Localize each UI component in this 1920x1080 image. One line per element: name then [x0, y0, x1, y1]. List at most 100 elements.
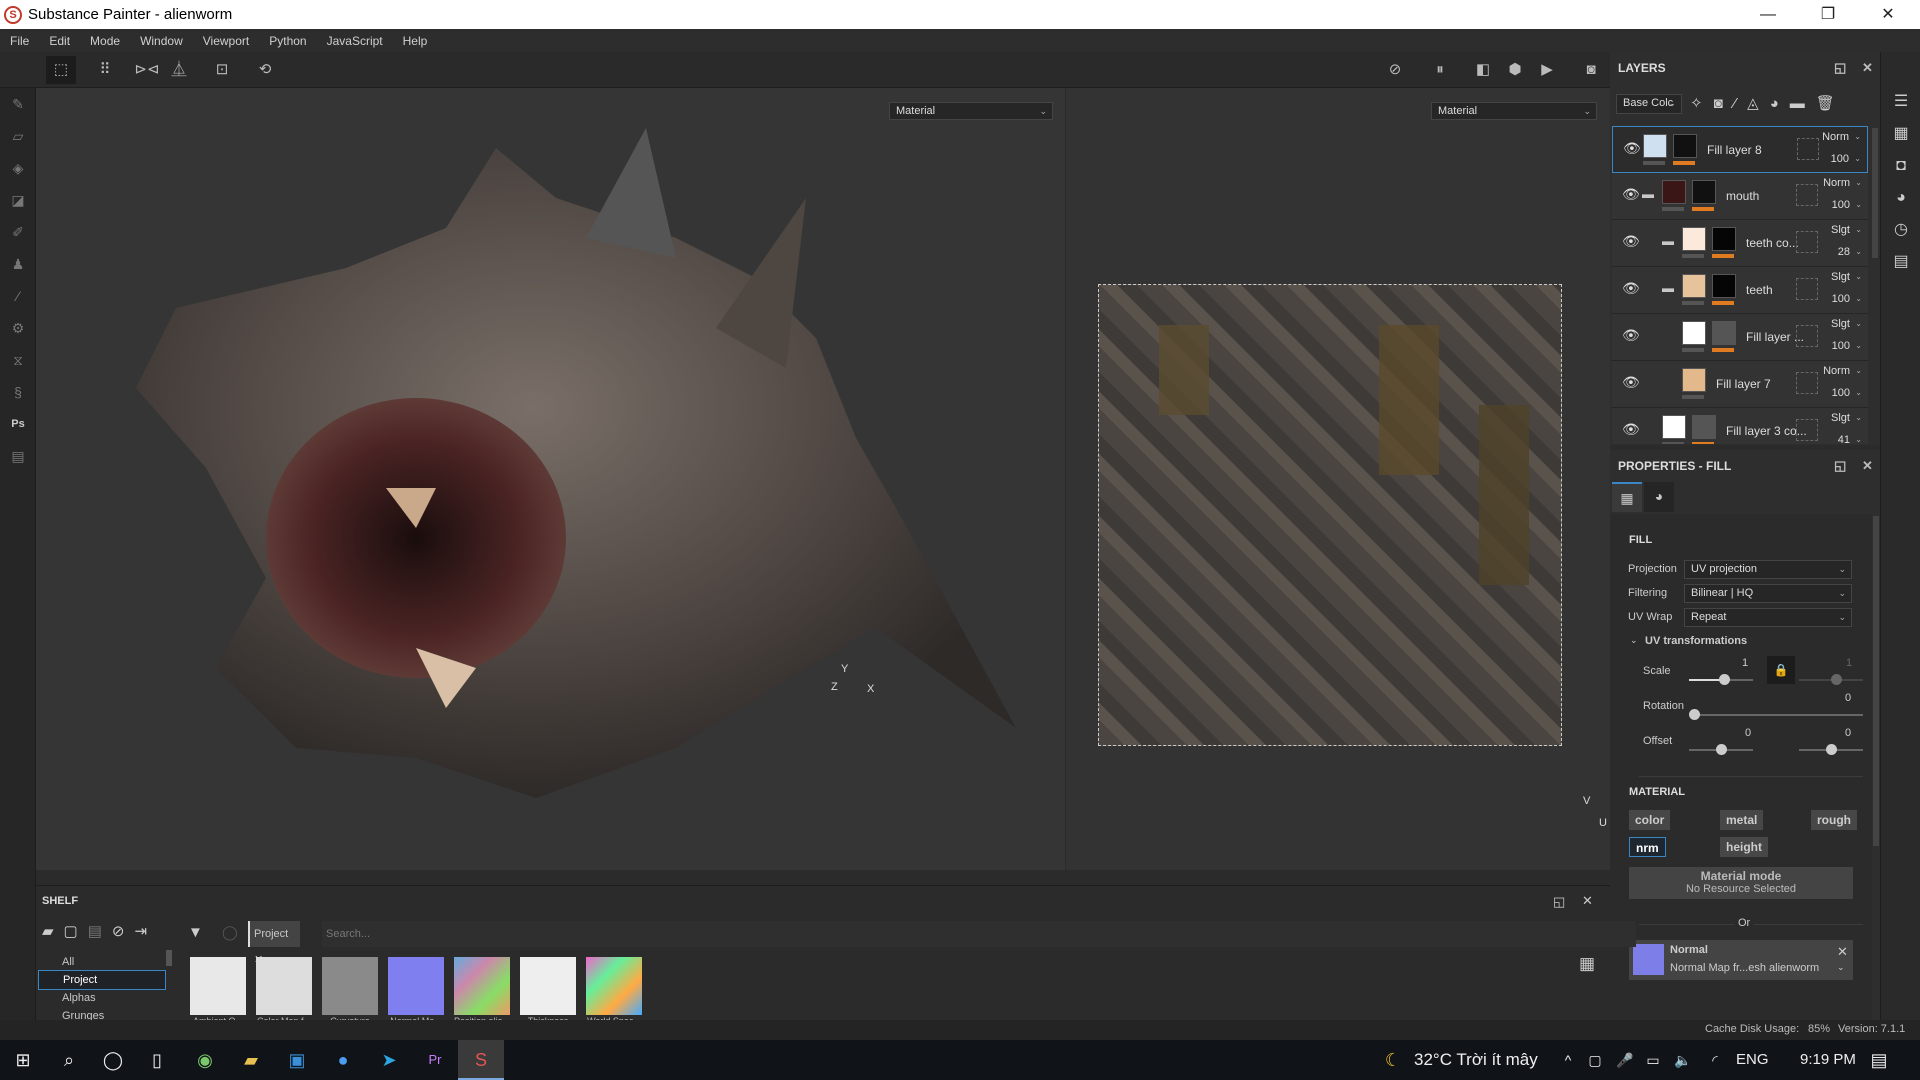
channel-color-toggle[interactable]: color	[1629, 810, 1671, 830]
menu-edit[interactable]: Edit	[39, 34, 80, 48]
chevron-down-icon[interactable]: ⌄	[1855, 435, 1862, 444]
layers-tab-icon[interactable]: ☰	[1881, 86, 1920, 118]
layer-opacity[interactable]: 100	[1832, 293, 1850, 305]
resource-dropdown-icon[interactable]: ⌄	[1837, 962, 1845, 973]
layer-row[interactable]: 👁 ▬ teeth co... Slgt ⌄ 28 ⌄	[1612, 220, 1868, 267]
folder-icon[interactable]: ▬	[1662, 281, 1674, 295]
blend-mode[interactable]: Norm	[1823, 365, 1850, 377]
shelf-item-thumbnail[interactable]	[256, 957, 312, 1015]
substance-icon[interactable]: §	[0, 376, 36, 408]
uvwrap-select[interactable]: Repeat ⌄	[1684, 608, 1852, 627]
display-settings-icon[interactable]: ◘	[1881, 150, 1920, 182]
grid-view-icon[interactable]: ⠿	[90, 56, 120, 84]
visibility-eye-icon[interactable]: 👁	[1622, 233, 1640, 250]
float-icon[interactable]: ◱	[1834, 52, 1846, 84]
menu-window[interactable]: Window	[130, 34, 193, 48]
mirror-x-icon[interactable]: ⊳⊲	[132, 56, 162, 84]
import-icon[interactable]: ⇥	[135, 923, 158, 940]
clone-icon[interactable]: ♟	[0, 248, 36, 280]
zalo-icon[interactable]: ●	[320, 1040, 366, 1080]
visibility-eye-icon[interactable]: 👁	[1623, 140, 1641, 157]
layer-row[interactable]: 👁 ▬ mouth Norm ⌄ 100 ⌄	[1612, 173, 1868, 220]
eraser-icon[interactable]: ▱	[0, 120, 36, 152]
blend-mode[interactable]: Slgt	[1831, 224, 1850, 236]
shelf-item-thumbnail[interactable]	[454, 957, 510, 1015]
layer-opacity[interactable]: 41	[1838, 434, 1850, 444]
layer-effect-slot[interactable]	[1796, 231, 1818, 253]
viewport-3d[interactable]: Material ⌄ Y Z X	[36, 88, 1065, 870]
visibility-eye-icon[interactable]: 👁	[1622, 280, 1640, 297]
clock[interactable]: 9:19 PM	[1800, 1051, 1856, 1068]
layer-effect-slot[interactable]	[1796, 278, 1818, 300]
mask-thumbnail[interactable]	[1692, 415, 1716, 439]
blend-mode[interactable]: Slgt	[1831, 412, 1850, 424]
substance-painter-taskbar-icon[interactable]: S	[458, 1040, 504, 1080]
refresh-icon[interactable]: ◯	[222, 924, 238, 941]
photoshop-icon[interactable]: Ps	[0, 408, 36, 440]
chevron-down-icon[interactable]: ⌄	[1855, 294, 1862, 303]
close-button[interactable]: ✕	[1860, 0, 1916, 29]
float-icon[interactable]: ◱	[1834, 450, 1846, 482]
chevron-down-icon[interactable]: ⌄	[1854, 154, 1861, 163]
layer-effect-slot[interactable]	[1796, 184, 1818, 206]
channel-height-toggle[interactable]: height	[1720, 837, 1768, 857]
add-fill-layer-icon[interactable]: ◬	[1747, 95, 1770, 112]
layer-effect-slot[interactable]	[1797, 138, 1819, 160]
layer-row[interactable]: 👁 Fill layer 3 co... Slgt ⌄ 41 ⌄	[1612, 408, 1868, 444]
mask-thumbnail[interactable]	[1712, 274, 1736, 298]
channel-metal-toggle[interactable]: metal	[1720, 810, 1764, 830]
properties-scrollbar[interactable]	[1873, 516, 1879, 846]
language-indicator[interactable]: ENG	[1736, 1051, 1769, 1068]
weather-text[interactable]: 32°C Trời ít mây	[1414, 1050, 1538, 1070]
material-mode-button[interactable]: Material mode No Resource Selected	[1629, 867, 1853, 899]
menu-javascript[interactable]: JavaScript	[317, 34, 393, 48]
grid-view-toggle-icon[interactable]: ▦	[1579, 954, 1595, 974]
chevron-down-icon[interactable]: ⌄	[1855, 388, 1862, 397]
close-panel-icon[interactable]: ✕	[1582, 893, 1593, 909]
blend-mode[interactable]: Slgt	[1831, 318, 1850, 330]
remove-resource-icon[interactable]: ✕	[1837, 944, 1848, 960]
normal-resource-slot[interactable]: Normal Normal Map fr...esh alienworm ✕ ⌄	[1629, 940, 1853, 980]
category-project[interactable]: Project	[38, 970, 166, 990]
cube-icon[interactable]: ⬢	[1500, 56, 1530, 84]
filtering-select[interactable]: Bilinear | HQ ⌄	[1684, 584, 1852, 603]
layer-row[interactable]: 👁 Fill layer 7 Norm ⌄ 100 ⌄	[1612, 361, 1868, 408]
layer-name[interactable]: teeth co...	[1746, 236, 1799, 250]
rotation-knob[interactable]	[1689, 709, 1700, 720]
layer-effect-slot[interactable]	[1796, 325, 1818, 347]
hide-icon[interactable]: ⊘	[1380, 56, 1410, 84]
wifi-icon[interactable]: ◜	[1692, 1040, 1738, 1080]
new-file-icon[interactable]: ▢	[64, 923, 88, 940]
mask-thumbnail[interactable]	[1692, 180, 1716, 204]
visibility-eye-icon[interactable]: 👁	[1622, 186, 1640, 203]
add-smart-material-icon[interactable]: ◕	[1770, 95, 1790, 112]
pause-icon[interactable]: ⏸	[1425, 56, 1455, 84]
scale-u-value[interactable]: 1	[1742, 657, 1748, 669]
folder-icon[interactable]: ▬	[1662, 234, 1674, 248]
split-view-icon[interactable]: ◧	[1468, 56, 1498, 84]
folder-icon[interactable]: ▰	[42, 923, 64, 940]
menu-help[interactable]: Help	[393, 34, 438, 48]
shader-settings-icon[interactable]: ◕	[1881, 182, 1920, 214]
add-paint-layer-icon[interactable]: ⁄	[1734, 95, 1748, 112]
projection-icon[interactable]: ◈	[0, 152, 36, 184]
add-mask-icon[interactable]: ◙	[1714, 95, 1734, 112]
layers-scrollbar[interactable]	[1872, 128, 1878, 258]
offset-v-value[interactable]: 0	[1845, 727, 1851, 739]
projection-select[interactable]: UV projection ⌄	[1684, 560, 1852, 579]
layer-name[interactable]: teeth	[1746, 283, 1773, 297]
minimize-button[interactable]: —	[1740, 0, 1796, 29]
camera-icon[interactable]: ▶	[1532, 56, 1562, 84]
menu-file[interactable]: File	[0, 34, 39, 48]
material-tab[interactable]: ◕	[1644, 482, 1674, 512]
export-icon[interactable]: ▤	[0, 440, 36, 472]
smudge-icon[interactable]: ✐	[0, 216, 36, 248]
windows-start-icon[interactable]: ⊞	[0, 1040, 46, 1080]
layer-opacity[interactable]: 100	[1832, 340, 1850, 352]
fill-properties-tab[interactable]: ▦	[1612, 482, 1642, 512]
mask-thumbnail[interactable]	[1712, 321, 1736, 345]
geometry-fill-icon[interactable]: ◪	[0, 184, 36, 216]
shelf-search-input[interactable]: Search...	[322, 921, 1636, 947]
menu-mode[interactable]: Mode	[80, 34, 130, 48]
rotation-value[interactable]: 0	[1845, 692, 1851, 704]
